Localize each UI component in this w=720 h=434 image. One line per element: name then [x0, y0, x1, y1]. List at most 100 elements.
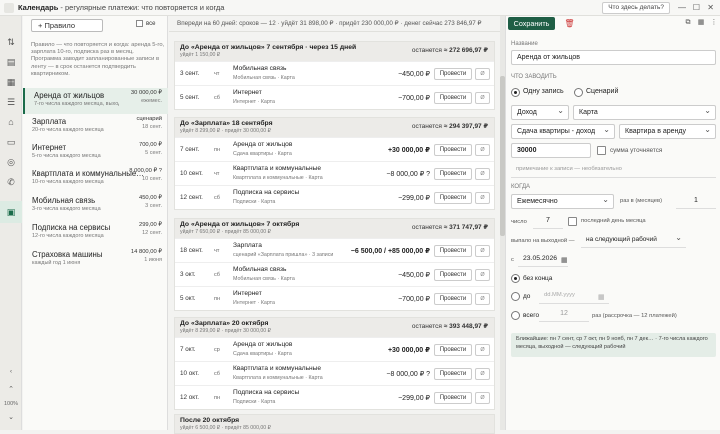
post-button[interactable]: Провести [434, 68, 472, 80]
maximize-icon[interactable]: ☐ [693, 3, 700, 13]
row-category: Квартплата и коммунальные · Карта [233, 375, 323, 381]
help-button[interactable]: Что здесь делать? [602, 2, 670, 14]
all-checkbox[interactable]: все [136, 20, 155, 27]
end-count-radio[interactable] [511, 311, 520, 320]
rule-amount: 450,00 ₽ [138, 195, 162, 201]
what-label: ЧТО ЗАВОДИТЬ [511, 74, 557, 80]
skip-icon[interactable]: Ø [475, 368, 490, 380]
bank-icon[interactable]: ⌂ [5, 116, 17, 128]
trash-icon[interactable]: 🗑 [563, 17, 576, 30]
row-amount: −450,00 ₽ [398, 71, 430, 78]
account-select[interactable]: Карта [573, 105, 716, 120]
rule-schedule: каждый год 1 июня [32, 260, 81, 266]
amount-note-checkbox[interactable] [597, 146, 606, 155]
skip-icon[interactable]: Ø [475, 392, 490, 404]
row-date: 18 сент. [180, 247, 203, 254]
calendar-picker-icon[interactable]: ▦ [561, 256, 568, 264]
skip-icon[interactable]: Ø [475, 269, 490, 281]
minimize-icon[interactable]: — [678, 3, 686, 13]
rule-item[interactable]: Мобильная связь 3-го числа каждого месяц… [23, 193, 168, 219]
phone-icon[interactable]: ✆ [5, 176, 17, 188]
rule-item[interactable]: Подписка на сервисы 12-го числа каждого … [23, 220, 168, 246]
end-calendar-icon[interactable]: ▦ [598, 293, 605, 301]
name-field[interactable]: Аренда от жильцов [511, 50, 716, 65]
skip-icon[interactable]: Ø [475, 293, 490, 305]
group-header: До «Зарплата» 18 сентября уйдёт 8 299,00… [175, 118, 494, 137]
rule-item[interactable]: Зарплата 20-го числа каждого месяца сцен… [23, 114, 168, 140]
post-button[interactable]: Провести [434, 368, 472, 380]
summary-bar: Впереди на 60 дней: сроков — 12 · уйдёт … [169, 16, 500, 32]
row-weekday: пн [214, 395, 221, 401]
group-remaining: останется ≈ 371 747,97 ₽ [411, 224, 488, 231]
rule-item[interactable]: Квартплата и коммунальные… 10-го числа к… [23, 166, 168, 192]
count-field[interactable]: 12 [539, 307, 589, 322]
nav-rail: ⇅ ▤ ▦ ☰ ⌂ ▭ ◎ ✆ ▣ ‹ ⌃ 100% ⌄ [0, 16, 22, 430]
post-button[interactable]: Провести [434, 144, 472, 156]
category-select[interactable]: Сдача квартиры - доход [511, 124, 615, 139]
skip-icon[interactable]: Ø [475, 192, 490, 204]
subcategory-select[interactable]: Квартира в аренду [619, 124, 716, 139]
rule-item[interactable]: Аренда от жильцов 7-го числа каждого мес… [23, 88, 168, 114]
wallet-icon[interactable]: ▭ [5, 136, 17, 148]
type-select[interactable]: Доход [511, 105, 569, 120]
collapse-icon[interactable]: ‹ [5, 366, 17, 378]
post-button[interactable]: Провести [434, 168, 472, 180]
post-button[interactable]: Провести [434, 269, 472, 281]
skip-icon[interactable]: Ø [475, 144, 490, 156]
repeat-calendar-icon[interactable]: ▣ [5, 206, 17, 218]
note-field[interactable]: примечание к записи — необязательно [511, 163, 716, 178]
save-button[interactable]: Сохранить [508, 17, 555, 30]
sort-icon[interactable]: ⇅ [5, 36, 17, 48]
post-button[interactable]: Провести [434, 344, 472, 356]
schedule-group: После 20 октября уйдёт 6 500,00 ₽ · прид… [174, 414, 495, 434]
day-field[interactable]: 7 [533, 214, 563, 229]
app-logo-icon [4, 2, 14, 13]
copy-icon[interactable]: ⧉ [683, 18, 693, 28]
row-date: 5 сент. [180, 94, 200, 101]
add-rule-button[interactable]: + Правило [31, 19, 103, 32]
last-day-label: последний день месяца [581, 218, 646, 224]
post-button[interactable]: Провести [434, 92, 472, 104]
end-none-radio[interactable] [511, 274, 520, 283]
rule-item[interactable]: Страховка машины каждый год 1 июня 14 80… [23, 247, 168, 273]
target-icon[interactable]: ◎ [5, 156, 17, 168]
list-icon[interactable]: ☰ [5, 96, 17, 108]
scenario-radio[interactable] [574, 88, 583, 97]
rule-schedule: 5-го числа каждого месяца [32, 153, 101, 159]
calendar-icon[interactable]: ▦ [5, 76, 17, 88]
row-amount: −299,00 ₽ [398, 395, 430, 402]
skip-icon[interactable]: Ø [475, 344, 490, 356]
last-day-checkbox[interactable] [568, 217, 577, 226]
skip-icon[interactable]: Ø [475, 68, 490, 80]
post-button[interactable]: Провести [434, 192, 472, 204]
amount-field[interactable]: 30000 [511, 143, 591, 158]
row-category: Подписки · Карта [233, 399, 276, 405]
rule-item[interactable]: Интернет 5-го числа каждого месяца 700,0… [23, 140, 168, 166]
schedule-panel: Впереди на 60 дней: сроков — 12 · уйдёт … [169, 16, 500, 434]
post-button[interactable]: Провести [434, 392, 472, 404]
row-name: Зарплата [233, 242, 262, 249]
end-count-label: всего [523, 312, 540, 319]
row-weekday: пн [214, 296, 221, 302]
when-label: КОГДА [511, 184, 531, 190]
every-field[interactable]: 1 [676, 194, 716, 209]
skip-icon[interactable]: Ø [475, 168, 490, 180]
zoom-in-icon[interactable]: ⌃ [5, 384, 17, 396]
close-icon[interactable]: ✕ [707, 3, 714, 13]
frequency-select[interactable]: Ежемесячно [511, 194, 614, 209]
more-icon[interactable]: ⋮ [709, 18, 719, 28]
skip-icon[interactable]: Ø [475, 92, 490, 104]
skip-icon[interactable]: Ø [475, 245, 490, 257]
one-record-radio[interactable] [511, 88, 520, 97]
file-icon[interactable]: ▤ [5, 56, 17, 68]
zoom-out-icon[interactable]: ⌄ [5, 412, 17, 424]
post-button[interactable]: Провести [434, 293, 472, 305]
calendar-icon[interactable]: ▦ [696, 18, 706, 28]
weekend-select[interactable]: на следующий рабочий [581, 233, 686, 248]
end-until-radio[interactable] [511, 292, 520, 301]
row-category: Сдача квартиры · Карта [233, 351, 292, 357]
table-row: 3 окт. сб Мобильная связь Мобильная связ… [175, 262, 494, 286]
post-button[interactable]: Провести [434, 245, 472, 257]
row-category: Квартплата и коммунальные · Карта [233, 175, 323, 181]
table-row: 18 сент. чт Зарплата сценарий «Зарплата … [175, 238, 494, 262]
